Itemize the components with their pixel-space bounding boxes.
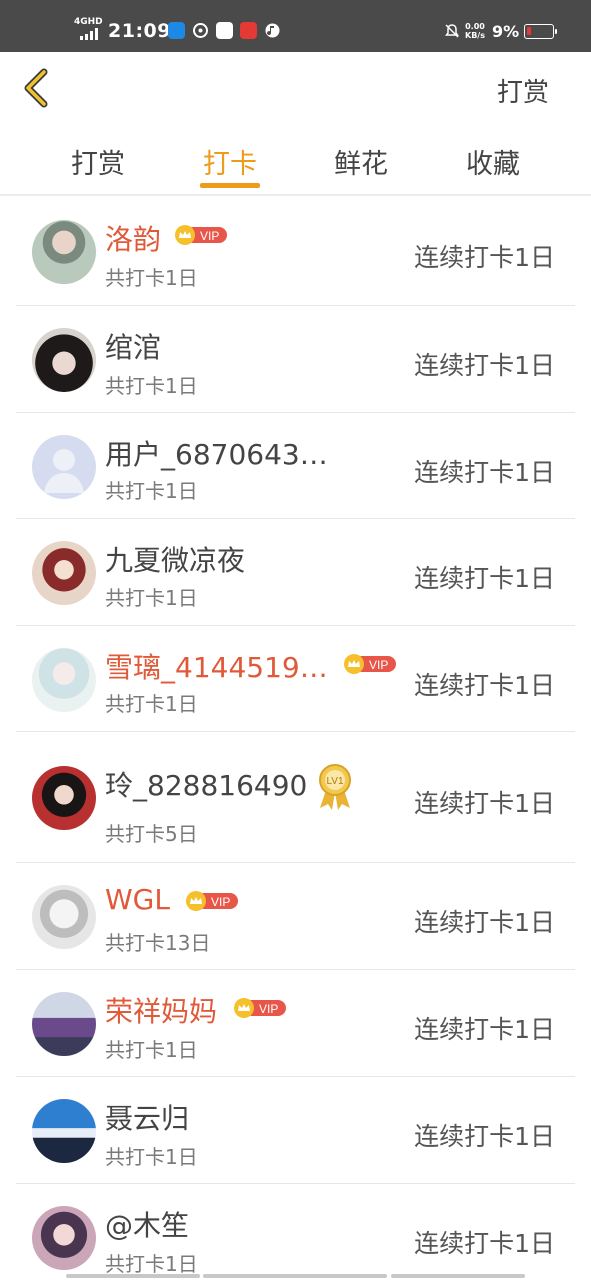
list-item[interactable]: 用户_6870643… 共打卡1日 连续打卡1日 <box>0 413 591 519</box>
streak-label: 连续打卡1日 <box>414 243 555 272</box>
list-item[interactable]: 聂云归 共打卡1日 连续打卡1日 <box>0 1077 591 1184</box>
avatar[interactable] <box>32 220 96 284</box>
avatar[interactable] <box>32 1206 96 1270</box>
total-checkins: 共打卡1日 <box>105 1252 198 1276</box>
default-avatar-icon[interactable] <box>32 435 96 499</box>
user-name[interactable]: 九夏微凉夜 <box>105 539 245 579</box>
vip-badge-text: VIP <box>200 229 219 243</box>
vip-badge-text: VIP <box>259 1002 278 1016</box>
list-item[interactable]: 玲_828816490 LV1 共打卡5日 连续打卡1日 <box>0 732 591 863</box>
avatar[interactable] <box>32 541 96 605</box>
total-checkins: 共打卡1日 <box>105 692 198 716</box>
listen-app-icon <box>240 22 257 39</box>
streak-label: 连续打卡1日 <box>414 671 555 700</box>
list-item[interactable]: 雪璃_4144519… VIP 共打卡1日 连续打卡1日 <box>0 626 591 732</box>
scroll-indicator <box>391 1274 525 1278</box>
status-bar: 4GHD 21:09 0.00 KB/s 9% <box>0 0 591 52</box>
total-checkins: 共打卡1日 <box>105 479 198 503</box>
signal-icon <box>80 28 102 40</box>
user-name[interactable]: 聂云归 <box>105 1097 189 1137</box>
vip-badge: VIP <box>232 998 286 1018</box>
vip-badge: VIP <box>342 654 396 674</box>
avatar[interactable] <box>32 1099 96 1163</box>
list-item[interactable]: 绾涫 共打卡1日 连续打卡1日 <box>0 306 591 413</box>
total-checkins: 共打卡1日 <box>105 266 198 290</box>
qq-app-icon <box>168 22 185 39</box>
streak-label: 连续打卡1日 <box>414 789 555 818</box>
back-button[interactable] <box>18 66 58 110</box>
streak-label: 连续打卡1日 <box>414 564 555 593</box>
app-square-icon <box>216 22 233 39</box>
total-checkins: 共打卡1日 <box>105 1038 198 1062</box>
avatar[interactable] <box>32 992 96 1056</box>
network-speed: 0.00 KB/s <box>465 22 485 40</box>
tab-favorites[interactable]: 收藏 <box>443 142 543 181</box>
network-type: 4GHD <box>74 17 103 27</box>
list-item[interactable]: 荣祥妈妈 VIP 共打卡1日 连续打卡1日 <box>0 970 591 1077</box>
scroll-indicator <box>203 1274 387 1278</box>
network-speed-value: 0.00 <box>465 22 485 31</box>
user-name[interactable]: 洛韵 <box>105 218 161 258</box>
list-item[interactable]: @木笙 共打卡1日 连续打卡1日 <box>0 1184 591 1276</box>
scroll-indicator <box>66 1274 200 1278</box>
level-medal-text: LV1 <box>326 776 343 787</box>
vip-badge: VIP <box>184 891 238 911</box>
tab-bar: 打赏 打卡 鲜花 收藏 <box>0 124 591 196</box>
tab-reward[interactable]: 打赏 <box>48 142 148 181</box>
list-item[interactable]: 九夏微凉夜 共打卡1日 连续打卡1日 <box>0 519 591 626</box>
total-checkins: 共打卡13日 <box>105 931 211 955</box>
user-name[interactable]: 玲_828816490 <box>105 764 307 804</box>
streak-label: 连续打卡1日 <box>414 1229 555 1258</box>
tab-flowers[interactable]: 鲜花 <box>311 142 411 181</box>
battery-percent: 9% <box>492 22 520 41</box>
streak-label: 连续打卡1日 <box>414 1122 555 1151</box>
header-action-reward[interactable]: 打赏 <box>497 72 549 109</box>
user-name[interactable]: @木笙 <box>105 1204 189 1244</box>
user-name[interactable]: 用户_6870643… <box>105 433 328 473</box>
total-checkins: 共打卡5日 <box>105 822 198 846</box>
tab-active-indicator <box>200 183 260 188</box>
battery-icon <box>524 24 557 39</box>
vip-badge-text: VIP <box>211 895 230 909</box>
list-item[interactable]: 洛韵 VIP 共打卡1日 连续打卡1日 <box>0 196 591 306</box>
streak-label: 连续打卡1日 <box>414 351 555 380</box>
total-checkins: 共打卡1日 <box>105 374 198 398</box>
network-speed-unit: KB/s <box>465 31 485 40</box>
vip-badge: VIP <box>173 225 227 245</box>
music-note-icon <box>264 22 281 39</box>
total-checkins: 共打卡1日 <box>105 1145 198 1169</box>
total-checkins: 共打卡1日 <box>105 586 198 610</box>
avatar[interactable] <box>32 766 96 830</box>
user-name[interactable]: 雪璃_4144519… <box>105 646 328 686</box>
checkin-list: 洛韵 VIP 共打卡1日 连续打卡1日 绾涫 共打卡1日 连续打卡1日 用户_6… <box>0 196 591 1276</box>
mute-bell-icon <box>444 23 460 39</box>
streak-label: 连续打卡1日 <box>414 1015 555 1044</box>
streak-label: 连续打卡1日 <box>414 458 555 487</box>
header: 打赏 <box>0 52 591 124</box>
netease-music-icon <box>192 22 209 39</box>
chevron-left-icon <box>24 68 48 108</box>
user-name[interactable]: WGL <box>105 883 170 916</box>
streak-label: 连续打卡1日 <box>414 908 555 937</box>
level-medal-icon: LV1 <box>316 762 354 812</box>
clock: 21:09 <box>108 20 171 42</box>
user-name[interactable]: 荣祥妈妈 <box>105 990 217 1030</box>
avatar[interactable] <box>32 328 96 392</box>
list-item[interactable]: WGL VIP 共打卡13日 连续打卡1日 <box>0 863 591 970</box>
vip-badge-text: VIP <box>369 658 388 672</box>
user-name[interactable]: 绾涫 <box>105 326 161 366</box>
tab-checkin[interactable]: 打卡 <box>180 142 280 181</box>
avatar[interactable] <box>32 648 96 712</box>
avatar[interactable] <box>32 885 96 949</box>
